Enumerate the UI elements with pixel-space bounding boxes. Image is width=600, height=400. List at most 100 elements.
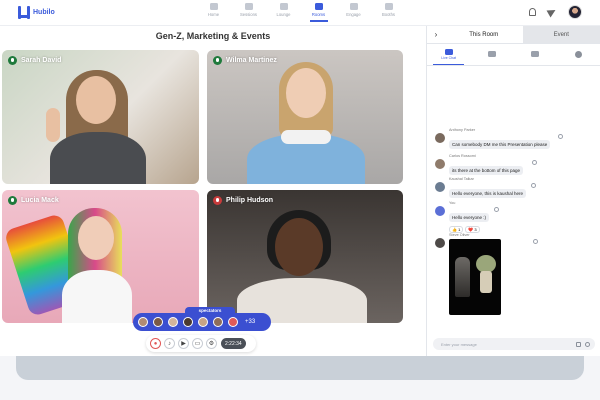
nav-label: Rooms — [311, 12, 326, 17]
subtab-live-chat[interactable]: Live Chat — [427, 44, 470, 65]
message-text: its there at the bottom of this page — [449, 166, 524, 175]
avatar — [435, 206, 445, 216]
microphone-icon[interactable]: ♪ — [164, 338, 175, 349]
nav-sessions[interactable]: Sessions — [231, 3, 266, 22]
chat-message: You Hello everyone :) 👍 1 ❤️ 3 — [435, 201, 490, 233]
logo[interactable]: Hubilo — [18, 6, 55, 19]
people-icon — [531, 51, 540, 57]
video-tile[interactable]: Philip Hudson — [207, 190, 403, 323]
tab-event[interactable]: Event — [522, 26, 600, 44]
spectator-avatar — [168, 317, 178, 327]
home-icon — [209, 3, 218, 10]
booth-icon — [384, 3, 393, 10]
video-icon — [279, 3, 288, 10]
message-author: You — [449, 201, 456, 205]
chat-message: Carlos Rossomi its there at the bottom o… — [435, 154, 524, 177]
nav-lounge[interactable]: Lounge — [266, 3, 301, 22]
eye-icon — [487, 51, 496, 57]
settings-icon[interactable]: ⚙ — [206, 338, 217, 349]
participant-name: Sarah David — [21, 57, 62, 64]
message-options-icon[interactable] — [532, 160, 537, 165]
subtab-viewers[interactable] — [470, 44, 513, 65]
message-options-icon[interactable] — [494, 207, 499, 212]
calendar-icon — [244, 3, 253, 10]
nav-label: Sessions — [240, 12, 257, 17]
hubilo-logo-icon — [18, 6, 30, 19]
avatar — [435, 133, 445, 143]
bell-icon[interactable] — [529, 8, 536, 16]
participant-name: Lucia Mack — [21, 197, 59, 204]
chat-message: Kaushal Talkar Hello everyone, this is k… — [435, 177, 527, 200]
participant-name: Philip Hudson — [226, 197, 274, 204]
spectator-avatar — [183, 317, 193, 327]
app-window: Hubilo Home Sessions Lounge Rooms Engage… — [0, 0, 600, 356]
main-nav: Home Sessions Lounge Rooms Engage Booths — [196, 3, 406, 22]
nav-home[interactable]: Home — [196, 3, 231, 22]
subtab-info[interactable] — [557, 44, 600, 65]
call-controls: ● ♪ ▶ ▭ ⚙ 2:22:34 — [146, 335, 256, 352]
avatar — [435, 159, 445, 169]
message-options-icon[interactable] — [558, 134, 563, 139]
nav-label: Engage — [346, 12, 361, 17]
reactions: 👍 1 ❤️ 3 — [449, 226, 489, 233]
video-tile[interactable]: Lucia Mack — [2, 190, 199, 323]
attachment-icon[interactable] — [576, 341, 581, 347]
message-placeholder: Enter your message — [441, 341, 477, 347]
shared-photo[interactable] — [449, 239, 501, 315]
send-icon[interactable] — [546, 6, 558, 18]
nav-label: Lounge — [276, 12, 291, 17]
spectators-bar[interactable]: +33 — [133, 313, 271, 331]
call-timer: 2:22:34 — [221, 338, 246, 349]
nav-engage[interactable]: Engage — [336, 3, 371, 22]
participant-label: Lucia Mack — [8, 196, 59, 205]
panel-tabs: › This Room Event — [427, 26, 600, 44]
panel-subtabs: Live Chat — [427, 44, 600, 66]
nav-rooms[interactable]: Rooms — [301, 3, 336, 22]
device-base — [16, 356, 584, 380]
mic-off-icon — [213, 196, 222, 205]
reaction-heart[interactable]: ❤️ 3 — [465, 226, 480, 233]
logo-text: Hubilo — [33, 9, 55, 16]
reaction-thumbs-up[interactable]: 👍 1 — [449, 226, 464, 233]
room-title: Gen-Z, Marketing & Events — [155, 31, 271, 41]
nav-booths[interactable]: Booths — [371, 3, 406, 22]
subtab-people[interactable] — [514, 44, 557, 65]
leave-icon[interactable]: ● — [150, 338, 161, 349]
mic-on-icon — [213, 56, 222, 65]
camera-icon[interactable]: ▶ — [178, 338, 189, 349]
tab-this-room[interactable]: This Room — [445, 26, 523, 44]
message-author: Kaushal Talkar — [449, 177, 474, 181]
chat-message: Steve Oliver — [435, 233, 501, 315]
photo-figure — [480, 271, 492, 293]
chevron-right-icon[interactable]: › — [427, 26, 445, 44]
mic-on-icon — [8, 56, 17, 65]
message-options-icon[interactable] — [531, 183, 536, 188]
video-tile[interactable]: Sarah David — [2, 50, 199, 184]
video-tile[interactable]: Wilma Martinez — [207, 50, 403, 184]
chat-panel: › This Room Event Live Chat Anthony Park… — [426, 26, 600, 356]
chat-message: Anthony Parker Can somebody DM me this P… — [435, 128, 551, 151]
subtab-label: Live Chat — [441, 56, 457, 60]
chat-icon — [444, 49, 453, 55]
nav-label: Booths — [381, 12, 396, 17]
message-author: Anthony Parker — [449, 128, 476, 132]
participant-name: Wilma Martinez — [226, 57, 277, 64]
message-input[interactable]: Enter your message — [433, 338, 595, 350]
spectator-count: +33 — [245, 319, 256, 325]
top-actions — [529, 5, 582, 19]
user-avatar[interactable] — [568, 5, 582, 19]
spectator-avatar — [153, 317, 163, 327]
nav-label: Home — [207, 12, 220, 17]
spectator-avatar — [213, 317, 223, 327]
spectator-avatar — [228, 317, 238, 327]
emoji-icon[interactable] — [585, 341, 590, 347]
message-text: Hello everyone, this is kaushal here — [449, 189, 527, 198]
participant-label: Sarah David — [8, 56, 61, 65]
message-author: Steve Oliver — [449, 233, 470, 237]
screen-share-icon[interactable]: ▭ — [192, 338, 203, 349]
message-options-icon[interactable] — [533, 239, 538, 244]
rooms-icon — [314, 3, 323, 10]
message-text: Hello everyone :) — [449, 213, 490, 222]
message-author: Carlos Rossomi — [449, 154, 476, 158]
participant-label: Philip Hudson — [213, 196, 273, 205]
